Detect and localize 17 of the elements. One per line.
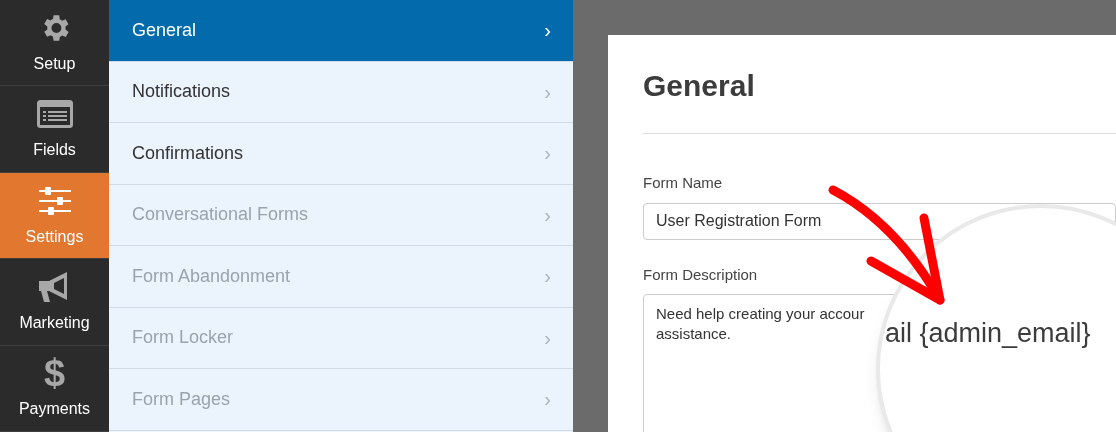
chevron-icon: › xyxy=(544,261,551,292)
chevron-icon: › xyxy=(544,384,551,415)
settings-menu-item[interactable]: Notifications › xyxy=(109,61,573,123)
dollar-icon: $ xyxy=(43,354,66,393)
sliders-icon xyxy=(38,185,71,216)
field-label: Form Description xyxy=(643,264,759,285)
settings-menu-item[interactable]: Confirmations › xyxy=(109,123,573,185)
panel-title: General xyxy=(643,68,756,101)
list-icon xyxy=(36,100,73,129)
chevron-icon: › xyxy=(544,199,551,230)
settings-menu-item[interactable]: General › xyxy=(109,0,573,62)
field-label: Form Name xyxy=(643,173,724,193)
chevron-icon: › xyxy=(544,322,551,353)
chevron-icon: › xyxy=(544,138,551,169)
magnified-text: ail {admin_email} xyxy=(885,317,1091,350)
chevron-icon: › xyxy=(544,15,551,46)
chevron-icon: › xyxy=(544,76,551,107)
